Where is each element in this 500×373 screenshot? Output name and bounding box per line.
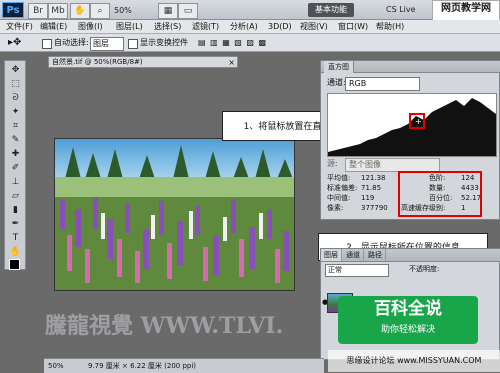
stat-median-label: 中间值:	[327, 194, 351, 202]
source-label: 源:	[327, 159, 338, 168]
zoom-tool-icon[interactable]: ⌕	[90, 3, 110, 19]
flower-field-photo	[55, 139, 294, 290]
stat-level-label: 色阶:	[429, 174, 446, 182]
histogram-panel-header: 直方图	[321, 61, 500, 73]
move-tool-icon[interactable]: ✥	[8, 65, 23, 76]
baike-logo: 百科全说 助你轻松解决	[338, 296, 478, 344]
source-dropdown[interactable]: 整个图像	[345, 158, 440, 172]
baike-logo-slogan: 助你轻松解决	[380, 325, 435, 335]
brush-tool-icon[interactable]: ✐	[8, 163, 23, 174]
menu-bar: 文件(F) 编辑(E) 图像(I) 图层(L) 选择(S) 滤镜(T) 分析(A…	[0, 20, 500, 34]
layers-panel-tabs: 图层 通道 路径	[321, 249, 500, 262]
close-icon[interactable]: ×	[228, 57, 235, 68]
stat-level-value: 124	[461, 174, 475, 182]
stat-mean-value: 121.38	[361, 174, 386, 182]
blend-mode-dropdown[interactable]: 正常	[325, 264, 389, 277]
show-transform-label: 显示变换控件	[140, 38, 188, 47]
opacity-label: 不透明度:	[409, 265, 440, 273]
canvas-image[interactable]	[54, 138, 295, 291]
auto-select-dropdown[interactable]: 图层	[90, 37, 124, 51]
tab-paths[interactable]: 路径	[365, 249, 386, 261]
menu-3d[interactable]: 3D(D)	[268, 21, 292, 33]
menu-window[interactable]: 窗口(W)	[338, 21, 368, 33]
toolbox: ✥ ⬚ ᘐ ✦ ⌗ ✎ ✚ ✐ ⊥ ▱ ▮ ✒ T ✋	[4, 60, 26, 270]
tab-channels[interactable]: 通道	[343, 249, 364, 261]
pen-tool-icon[interactable]: ✒	[8, 219, 23, 230]
menu-filter[interactable]: 滤镜(T)	[192, 21, 219, 33]
stat-count-value: 4433	[461, 184, 479, 192]
lasso-tool-icon[interactable]: ᘐ	[8, 93, 23, 104]
hand-tool-icon[interactable]: ✋	[70, 3, 90, 19]
menu-layer[interactable]: 图层(L)	[116, 21, 143, 33]
type-tool-icon[interactable]: T	[8, 233, 23, 244]
hand-tool-icon[interactable]: ✋	[8, 247, 23, 258]
channel-label: 通道:	[327, 78, 346, 87]
stat-median-value: 119	[361, 194, 375, 202]
channel-dropdown[interactable]: RGB	[345, 77, 420, 91]
stat-percentile-value: 52.17	[461, 194, 482, 202]
screen-mode-icon[interactable]: ▭	[178, 3, 198, 19]
document-title: 自然景.tif @ 50%(RGB/8#)	[52, 58, 143, 66]
stat-stddev-value: 71.85	[361, 184, 382, 192]
menu-select[interactable]: 选择(S)	[154, 21, 181, 33]
marquee-tool-icon[interactable]: ⬚	[8, 79, 23, 90]
eyedropper-tool-icon[interactable]: ✎	[8, 135, 23, 146]
tab-histogram[interactable]: 直方图	[324, 61, 354, 73]
menu-edit[interactable]: 编辑(E)	[40, 21, 67, 33]
eraser-tool-icon[interactable]: ▱	[8, 191, 23, 202]
histogram-graph[interactable]: +	[327, 93, 497, 157]
stat-pixels-label: 像素:	[327, 204, 344, 212]
menu-analysis[interactable]: 分析(A)	[230, 21, 258, 33]
stat-pixels-value: 377790	[361, 204, 388, 212]
stat-mean-label: 平均值:	[327, 174, 351, 182]
arrange-docs-icon[interactable]: ▦	[158, 3, 178, 19]
menu-image[interactable]: 图像(I)	[78, 21, 103, 33]
stamp-tool-icon[interactable]: ⊥	[8, 177, 23, 188]
title-bar: Ps Br Mb ✋ ⌕ 50% ▦ ▭ 基本功能 CS Live 网页教学网 …	[0, 0, 500, 34]
minibridge-icon[interactable]: Mb	[48, 3, 68, 19]
histogram-curve: +	[328, 98, 496, 156]
stat-cache-label: 高速缓存级别:	[401, 204, 446, 212]
tlvi-watermark: 騰龍視覺 WWW.TLVI.	[45, 313, 284, 339]
baike-logo-title: 百科全说	[374, 299, 442, 319]
stat-stddev-label: 标准偏差:	[327, 184, 358, 192]
menu-view[interactable]: 视图(V)	[300, 21, 328, 33]
photoshop-logo: Ps	[2, 2, 24, 18]
auto-select-label: 自动选择:	[54, 38, 89, 47]
align-icons[interactable]: ▤ ▥ ▦ ▧ ▨ ▩	[198, 37, 267, 49]
gradient-tool-icon[interactable]: ▮	[8, 205, 23, 216]
menu-file[interactable]: 文件(F)	[6, 21, 33, 33]
tab-layers[interactable]: 图层	[321, 249, 342, 261]
magic-wand-tool-icon[interactable]: ✦	[8, 107, 23, 118]
histogram-panel: 直方图 通道: RGB + 源: 整个图像 平均值: 121.38 标准偏差: …	[320, 60, 500, 220]
forum-credit: 思缘设计论坛 www.MISSYUAN.COM	[328, 350, 500, 372]
watermark-title: 网页教学网	[441, 3, 491, 14]
zoom-level[interactable]: 50%	[114, 4, 154, 17]
options-bar: ▸✥ 自动选择: 图层 显示变换控件 ▤ ▥ ▦ ▧ ▨ ▩	[0, 34, 500, 52]
menu-help[interactable]: 帮助(H)	[376, 21, 404, 33]
bridge-icon[interactable]: Br	[28, 3, 48, 19]
healing-tool-icon[interactable]: ✚	[8, 149, 23, 160]
stat-cache-value: 1	[461, 204, 466, 212]
move-tool-icon[interactable]: ▸✥	[8, 37, 21, 49]
status-bar: 50% 9.79 厘米 × 6.22 厘米 (200 ppi)	[44, 358, 324, 373]
workspace-switcher-button[interactable]: 基本功能	[308, 3, 354, 17]
stat-percentile-label: 百分位:	[429, 194, 453, 202]
status-document-size: 9.79 厘米 × 6.22 厘米 (200 ppi)	[88, 362, 197, 370]
stat-count-label: 数量:	[429, 184, 446, 192]
cs-live-button[interactable]: CS Live	[386, 3, 428, 17]
foreground-color-swatch[interactable]	[9, 259, 20, 270]
svg-text:+: +	[415, 117, 422, 126]
crop-tool-icon[interactable]: ⌗	[8, 121, 23, 132]
show-transform-checkbox[interactable]	[128, 39, 138, 49]
auto-select-checkbox[interactable]	[42, 39, 52, 49]
status-zoom[interactable]: 50%	[48, 359, 64, 373]
document-tab[interactable]: 自然景.tif @ 50%(RGB/8#) ×	[48, 56, 238, 68]
